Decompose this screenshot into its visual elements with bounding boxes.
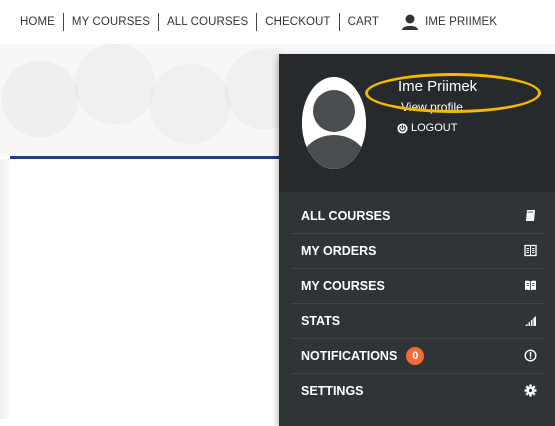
nav-all-courses-link[interactable]: ALL COURSES <box>159 16 256 28</box>
nav-links: HOME MY COURSES ALL COURSES CHECKOUT CAR… <box>20 12 497 32</box>
user-name-label: IME PRIIMEK <box>425 16 498 28</box>
signal-bars-icon <box>525 316 536 326</box>
power-icon <box>397 122 408 134</box>
notification-count-badge: 0 <box>406 347 425 365</box>
nav-checkout-link[interactable]: CHECKOUT <box>257 16 338 28</box>
avatar-placeholder-icon <box>302 77 366 169</box>
top-navigation: HOME MY COURSES ALL COURSES CHECKOUT CAR… <box>0 0 555 44</box>
menu-item-label: STATS <box>301 314 341 328</box>
menu-item-label: NOTIFICATIONS <box>301 349 398 363</box>
menu-item-my-orders[interactable]: MY ORDERS <box>291 234 545 269</box>
nav-cart-link[interactable]: CART <box>340 16 388 28</box>
menu-item-label: SETTINGS <box>301 384 364 398</box>
book-icon <box>526 210 535 221</box>
menu-item-all-courses[interactable]: ALL COURSES <box>291 199 545 234</box>
menu-item-label: ALL COURSES <box>301 209 391 223</box>
menu-item-my-courses[interactable]: MY COURSES <box>291 269 545 304</box>
alert-icon <box>524 349 537 362</box>
logout-label: LOGOUT <box>411 122 458 134</box>
content-edge <box>0 159 12 419</box>
user-dropdown-menu: Ime Priimek View profile LOGOUT ALL COUR… <box>279 54 555 426</box>
nav-my-courses-link[interactable]: MY COURSES <box>64 16 158 28</box>
profile-section: Ime Priimek View profile LOGOUT <box>279 54 555 192</box>
gear-icon <box>524 384 537 397</box>
profile-username: Ime Priimek <box>398 78 478 95</box>
logout-link[interactable]: LOGOUT <box>397 122 457 134</box>
avatar[interactable] <box>302 77 366 169</box>
menu-item-notifications[interactable]: NOTIFICATIONS 0 <box>291 339 545 374</box>
menu-item-label: MY COURSES <box>301 279 385 293</box>
nav-home-link[interactable]: HOME <box>20 16 63 28</box>
user-menu-toggle[interactable]: IME PRIIMEK <box>401 13 497 31</box>
orders-icon <box>524 244 537 257</box>
user-icon <box>402 14 419 30</box>
open-book-icon <box>525 280 536 291</box>
dropdown-menu-list: ALL COURSES MY ORDERS MY COURSES STATS N… <box>279 199 555 408</box>
menu-item-settings[interactable]: SETTINGS <box>291 374 545 408</box>
menu-item-label: MY ORDERS <box>301 244 377 258</box>
menu-item-stats[interactable]: STATS <box>291 304 545 339</box>
accent-divider <box>10 156 282 159</box>
view-profile-link[interactable]: View profile <box>401 100 463 114</box>
